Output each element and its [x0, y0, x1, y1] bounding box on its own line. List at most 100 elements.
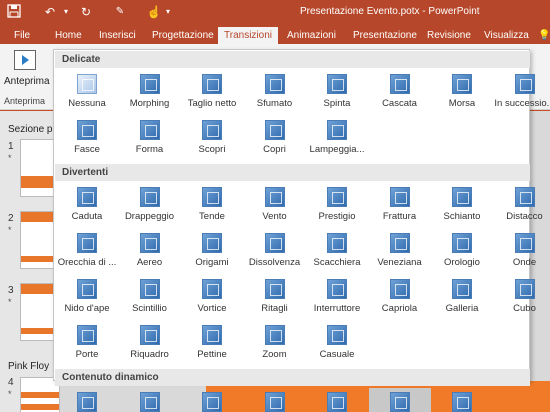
transition-preview-icon: [327, 187, 347, 207]
transition-item[interactable]: Lampeggia...: [306, 116, 368, 160]
transition-preview-icon: [514, 233, 535, 253]
preview-group-label: Anteprima: [4, 96, 46, 106]
transition-item[interactable]: Taglio netto: [181, 70, 243, 114]
slide-number: 4: [8, 377, 14, 388]
repeat-icon[interactable]: ↻: [78, 4, 94, 20]
transition-item[interactable]: Cubo: [494, 275, 550, 319]
slide-number: 2: [8, 213, 14, 224]
transition-item[interactable]: Copri: [244, 116, 306, 160]
section-header[interactable]: Pink Floy: [8, 361, 49, 372]
touch-mode-icon[interactable]: ☝: [146, 4, 162, 20]
transition-preview-icon: [202, 233, 222, 253]
save-icon[interactable]: [6, 4, 22, 20]
transition-item[interactable]: Forma: [119, 116, 181, 160]
transition-item[interactable]: Vento: [244, 183, 306, 227]
transition-label: Lampeggia...: [309, 144, 365, 155]
section-header[interactable]: Sezione p: [8, 124, 52, 135]
transition-item[interactable]: Scacchiera: [306, 229, 368, 273]
transition-item[interactable]: Veneziana: [369, 229, 431, 273]
transition-item[interactable]: Ritagli: [244, 275, 306, 319]
transition-preview-icon: [264, 233, 285, 253]
transition-item[interactable]: Schianto: [431, 183, 493, 227]
transition-item[interactable]: Vortice: [181, 275, 243, 319]
transition-item[interactable]: Orecchia di ...: [56, 229, 118, 273]
transition-preview-icon: [202, 392, 222, 412]
tab-inserisci[interactable]: Inserisci: [99, 27, 136, 44]
transition-item[interactable]: Finestra: [306, 388, 368, 412]
tab-visualizza[interactable]: Visualizza: [484, 27, 529, 44]
transition-preview-icon: [452, 74, 472, 94]
transition-item[interactable]: Fasce: [56, 116, 118, 160]
transition-item[interactable]: Entrata velo...: [431, 388, 493, 412]
transition-item[interactable]: Scorrimento: [56, 388, 118, 412]
slide-thumbnail[interactable]: [20, 377, 60, 412]
transition-preview-icon: [264, 120, 285, 140]
transition-label: Morsa: [448, 98, 476, 109]
transition-item[interactable]: Dissolvenza: [244, 229, 306, 273]
transition-item[interactable]: Drappeggio: [119, 183, 181, 227]
transition-label: Interruttore: [313, 303, 361, 314]
tab-presentazione[interactable]: Presentazione: [353, 27, 417, 44]
transition-item[interactable]: Onde: [494, 229, 550, 273]
transition-item[interactable]: Sfumato: [244, 70, 306, 114]
transition-item[interactable]: Casuale: [306, 321, 368, 365]
transition-preview-icon: [202, 325, 222, 345]
tab-file[interactable]: File: [14, 27, 30, 44]
transition-preview-icon: [327, 325, 347, 345]
slide-thumbnails-pane: Sezione p 1 * 2 * 3 * Pink Floy 4 *: [0, 111, 60, 412]
transition-label: Spinta: [323, 98, 351, 109]
format-painter-icon[interactable]: ✎: [112, 4, 128, 20]
category-header: Divertenti: [55, 164, 530, 181]
transition-item[interactable]: Scintillio: [119, 275, 181, 319]
transition-item[interactable]: Rotazione: [244, 388, 306, 412]
transition-label: Orecchia di ...: [57, 257, 117, 268]
tell-me-icon[interactable]: 💡: [538, 27, 550, 44]
transition-label: Vortice: [197, 303, 227, 314]
transition-label: Riquadro: [130, 349, 169, 360]
undo-icon[interactable]: ↶: [42, 4, 58, 20]
tab-animazioni[interactable]: Animazioni: [287, 27, 336, 44]
transition-item[interactable]: Interruttore: [306, 275, 368, 319]
transition-item[interactable]: Spinta: [306, 70, 368, 114]
undo-dropdown-icon[interactable]: ▾: [62, 4, 70, 20]
transition-label: Veneziana: [377, 257, 422, 268]
transition-item[interactable]: Cascata: [369, 70, 431, 114]
transition-item[interactable]: Prestigio: [306, 183, 368, 227]
transition-item[interactable]: Tende: [181, 183, 243, 227]
transition-label: Schianto: [443, 211, 481, 222]
transition-item[interactable]: Pettine: [181, 321, 243, 365]
transition-preview-icon: [202, 74, 222, 94]
tab-progettazione[interactable]: Progettazione: [152, 27, 214, 44]
transition-item[interactable]: Aereo: [119, 229, 181, 273]
transition-item[interactable]: Morphing: [119, 70, 181, 114]
customize-dropdown-icon[interactable]: ▾: [164, 4, 172, 20]
transition-item[interactable]: Caduta: [56, 183, 118, 227]
transition-star-icon: *: [8, 225, 12, 235]
transition-preview-icon: [77, 392, 97, 412]
transition-preview-icon: [139, 187, 160, 207]
transition-item[interactable]: Morsa: [431, 70, 493, 114]
transition-item[interactable]: Nessuna: [56, 70, 118, 114]
preview-button[interactable]: Anteprima: [4, 50, 50, 92]
transition-item[interactable]: Orologio: [431, 229, 493, 273]
transition-item[interactable]: Scopri: [181, 116, 243, 160]
transition-item[interactable]: Capriola: [369, 275, 431, 319]
transition-item[interactable]: Ruota pano...: [119, 388, 181, 412]
transition-preview-icon: [77, 187, 97, 207]
tab-transizioni[interactable]: Transizioni: [218, 27, 278, 44]
transition-item[interactable]: Frattura: [369, 183, 431, 227]
transition-item[interactable]: In successio...: [494, 70, 550, 114]
transition-item[interactable]: Distacco: [494, 183, 550, 227]
transition-item[interactable]: Galleria: [431, 275, 493, 319]
transition-item[interactable]: Origami: [181, 229, 243, 273]
transition-item[interactable]: Zoom: [244, 321, 306, 365]
transition-label: Taglio netto: [187, 98, 237, 109]
transition-item[interactable]: Trasportatore: [181, 388, 243, 412]
transition-item[interactable]: Orbita: [368, 388, 431, 412]
transition-item[interactable]: Riquadro: [119, 321, 181, 365]
transition-item[interactable]: Porte: [56, 321, 118, 365]
tab-revisione[interactable]: Revisione: [427, 27, 471, 44]
window-title: Presentazione Evento.potx - PowerPoint: [300, 6, 480, 17]
tab-home[interactable]: Home: [55, 27, 82, 44]
transition-item[interactable]: Nido d'ape: [56, 275, 118, 319]
